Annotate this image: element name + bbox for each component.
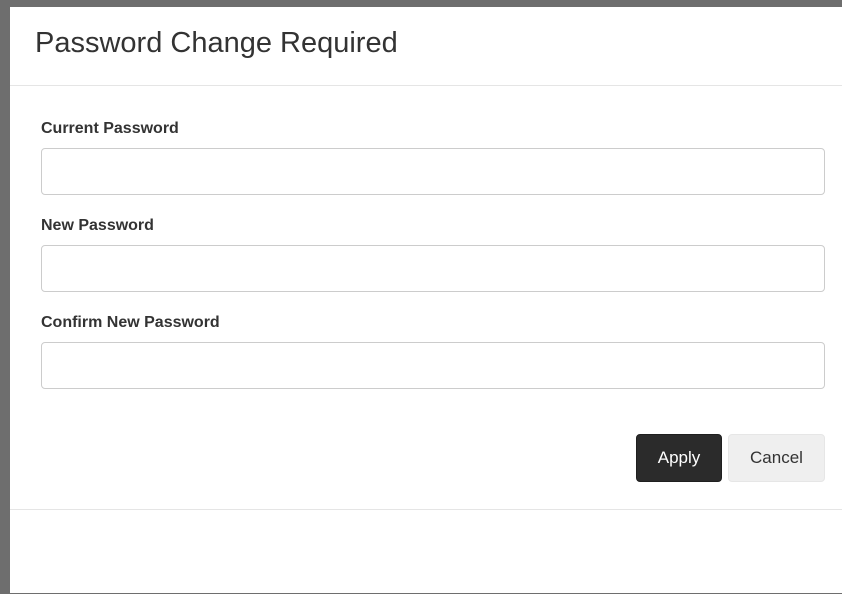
current-password-group: Current Password: [41, 119, 825, 195]
password-change-dialog: Password Change Required Current Passwor…: [10, 7, 842, 593]
current-password-label: Current Password: [41, 120, 179, 137]
current-password-input[interactable]: [41, 148, 825, 195]
confirm-password-group: Confirm New Password: [41, 313, 825, 389]
new-password-label: New Password: [41, 217, 154, 234]
dialog-header: Password Change Required: [10, 7, 842, 86]
confirm-password-label: Confirm New Password: [41, 314, 220, 331]
new-password-group: New Password: [41, 216, 825, 292]
confirm-password-input[interactable]: [41, 342, 825, 389]
apply-button[interactable]: Apply: [636, 434, 722, 482]
dialog-body: Current Password New Password Confirm Ne…: [10, 86, 842, 510]
new-password-input[interactable]: [41, 245, 825, 292]
dialog-title: Password Change Required: [35, 27, 398, 59]
cancel-button[interactable]: Cancel: [728, 434, 825, 482]
